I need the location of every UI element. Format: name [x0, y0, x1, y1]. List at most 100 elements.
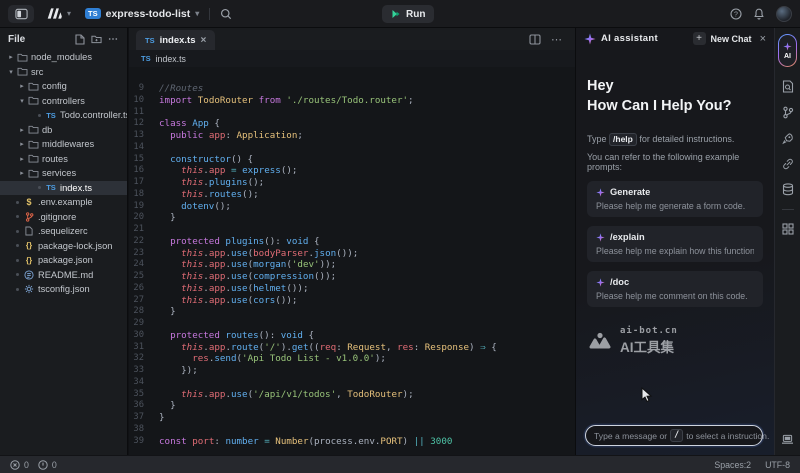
code-line-18[interactable]: 18 this.routes(); [129, 189, 575, 201]
code-line-12[interactable]: 12class App { [129, 118, 575, 130]
problems-indicator[interactable]: 0 0 [10, 460, 57, 470]
code-line-33[interactable]: 33 }); [129, 365, 575, 377]
file-explorer: File ⋯ ▸node_modules▾src▸config▾controll… [0, 28, 128, 455]
prompt-card-generate[interactable]: GeneratePlease help me generate a form c… [587, 181, 763, 217]
errors-count: 0 [24, 460, 29, 470]
run-button[interactable]: Run [382, 5, 434, 23]
chat-input[interactable]: Type a message or / to select a instruct… [585, 425, 763, 446]
code-line-9[interactable]: 9//Routes [129, 83, 575, 95]
code-line-34[interactable]: 34 [129, 377, 575, 389]
code-line-21[interactable]: 21 [129, 224, 575, 236]
editor-tab-bar: TS index.ts × ⋯ [129, 28, 575, 50]
line-content: protected routes(): void { [159, 330, 314, 342]
code-line-19[interactable]: 19 dotenv(); [129, 201, 575, 213]
rail-doc-search-button[interactable] [782, 80, 794, 93]
new-chat-plus-icon[interactable]: + [693, 32, 706, 45]
code-line-11[interactable]: 11 [129, 107, 575, 119]
code-line-23[interactable]: 23 this.app.use(bodyParser.json()); [129, 248, 575, 260]
code-line-24[interactable]: 24 this.app.use(morgan('dev')); [129, 259, 575, 271]
toggle-sidebar-button[interactable] [8, 5, 34, 23]
code-line-32[interactable]: 32 res.send('Api Todo List - v1.0.0'); [129, 353, 575, 365]
editor-more-button[interactable]: ⋯ [551, 33, 563, 46]
line-number: 18 [129, 189, 159, 201]
ai-panel-close-icon[interactable]: × [760, 33, 766, 45]
file-tree-item-middlewares[interactable]: ▸middlewares [0, 137, 127, 152]
rail-deploy-button[interactable] [782, 132, 794, 145]
code-line-38[interactable]: 38 [129, 424, 575, 436]
code-line-30[interactable]: 30 protected routes(): void { [129, 330, 575, 342]
file-label: package.json [38, 255, 93, 265]
file-tree-item-readme-md[interactable]: README.md [0, 268, 127, 283]
new-chat-button[interactable]: New Chat [711, 34, 752, 44]
split-icon [529, 34, 541, 45]
rail-link-button[interactable] [782, 158, 794, 170]
code-line-22[interactable]: 22 protected plugins(): void { [129, 236, 575, 248]
explorer-more-button[interactable]: ⋯ [108, 34, 119, 45]
prompt-card--explain[interactable]: /explainPlease help me explain how this … [587, 226, 763, 262]
chevron-right-icon: ▸ [17, 155, 27, 163]
folder-icon [28, 169, 39, 178]
code-line-36[interactable]: 36 } [129, 400, 575, 412]
code-line-16[interactable]: 16 this.app = express(); [129, 165, 575, 177]
new-folder-button[interactable] [91, 34, 102, 44]
line-number: 30 [129, 330, 159, 342]
code-line-10[interactable]: 10import TodoRouter from './routes/Todo.… [129, 95, 575, 107]
code-area[interactable]: 9//Routes10import TodoRouter from './rou… [129, 67, 575, 455]
rail-ai-assistant-tab[interactable]: AI [778, 34, 797, 67]
code-line-26[interactable]: 26 this.app.use(helmet()); [129, 283, 575, 295]
prompt-card--doc[interactable]: /docPlease help me comment on this code. [587, 271, 763, 307]
encoding-setting[interactable]: UTF-8 [765, 460, 790, 470]
prompt-title: /doc [610, 277, 629, 287]
file-tree-item-tsconfig-json[interactable]: tsconfig.json [0, 282, 127, 297]
code-line-25[interactable]: 25 this.app.use(compression()); [129, 271, 575, 283]
breadcrumb[interactable]: TS index.ts [129, 50, 575, 67]
file-tree-item-routes[interactable]: ▸routes [0, 152, 127, 167]
avatar[interactable] [776, 6, 792, 22]
code-line-29[interactable]: 29 [129, 318, 575, 330]
tab-index-ts[interactable]: TS index.ts × [136, 30, 215, 50]
rail-extensions-button[interactable] [782, 223, 794, 235]
code-line-13[interactable]: 13 public app: Application; [129, 130, 575, 142]
file-tree-item-todo-controller-ts[interactable]: TSTodo.controller.ts [0, 108, 127, 123]
search-button[interactable] [220, 8, 232, 20]
line-number: 38 [129, 424, 159, 436]
help-button[interactable]: ? [730, 8, 742, 20]
file-tree-item-package-lock-json[interactable]: {}package-lock.json [0, 239, 127, 254]
file-tree-item-db[interactable]: ▸db [0, 123, 127, 138]
rail-source-control-button[interactable] [782, 106, 794, 119]
code-line-37[interactable]: 37} [129, 412, 575, 424]
file-tree-item-services[interactable]: ▸services [0, 166, 127, 181]
chevron-down-icon: ▾ [17, 97, 27, 105]
code-line-35[interactable]: 35 this.app.use('/api/v1/todos', TodoRou… [129, 389, 575, 401]
file-tree-item-package-json[interactable]: {}package.json [0, 253, 127, 268]
file-label: Todo.controller.ts [60, 110, 127, 120]
code-line-27[interactable]: 27 this.app.use(cors()); [129, 295, 575, 307]
file-tree-item-controllers[interactable]: ▾controllers [0, 94, 127, 109]
file-tree-item--gitignore[interactable]: .gitignore [0, 210, 127, 225]
file-tree-item-src[interactable]: ▾src [0, 65, 127, 80]
file-tree-item--sequelizerc[interactable]: .sequelizerc [0, 224, 127, 239]
indentation-setting[interactable]: Spaces:2 [714, 460, 751, 470]
code-line-17[interactable]: 17 this.plugins(); [129, 177, 575, 189]
project-switcher[interactable]: TS express-todo-list ▾ [85, 8, 199, 20]
split-editor-button[interactable] [529, 34, 541, 45]
file-tree-item-index-ts[interactable]: TSindex.ts [0, 181, 127, 196]
file-tree-item--env-example[interactable]: $.env.example [0, 195, 127, 210]
code-line-14[interactable]: 14 [129, 142, 575, 154]
help-icon: ? [730, 8, 742, 20]
code-line-15[interactable]: 15 constructor() { [129, 154, 575, 166]
code-line-39[interactable]: 39const port: number = Number(process.en… [129, 436, 575, 448]
tab-close-icon[interactable]: × [201, 35, 207, 46]
notifications-button[interactable] [753, 8, 765, 20]
new-file-button[interactable] [75, 34, 85, 45]
file-tree-item-node-modules[interactable]: ▸node_modules [0, 50, 127, 65]
code-line-20[interactable]: 20 } [129, 212, 575, 224]
file-tree-item-config[interactable]: ▸config [0, 79, 127, 94]
rail-terminal-button[interactable] [781, 434, 794, 445]
rail-database-button[interactable] [782, 183, 794, 196]
code-line-28[interactable]: 28 } [129, 306, 575, 318]
code-line-31[interactable]: 31 this.app.route('/').get((req: Request… [129, 342, 575, 354]
help-keycap: /help [609, 133, 637, 146]
marscode-logo[interactable]: ▾ [46, 7, 71, 20]
project-chevron-down-icon: ▾ [195, 9, 199, 18]
